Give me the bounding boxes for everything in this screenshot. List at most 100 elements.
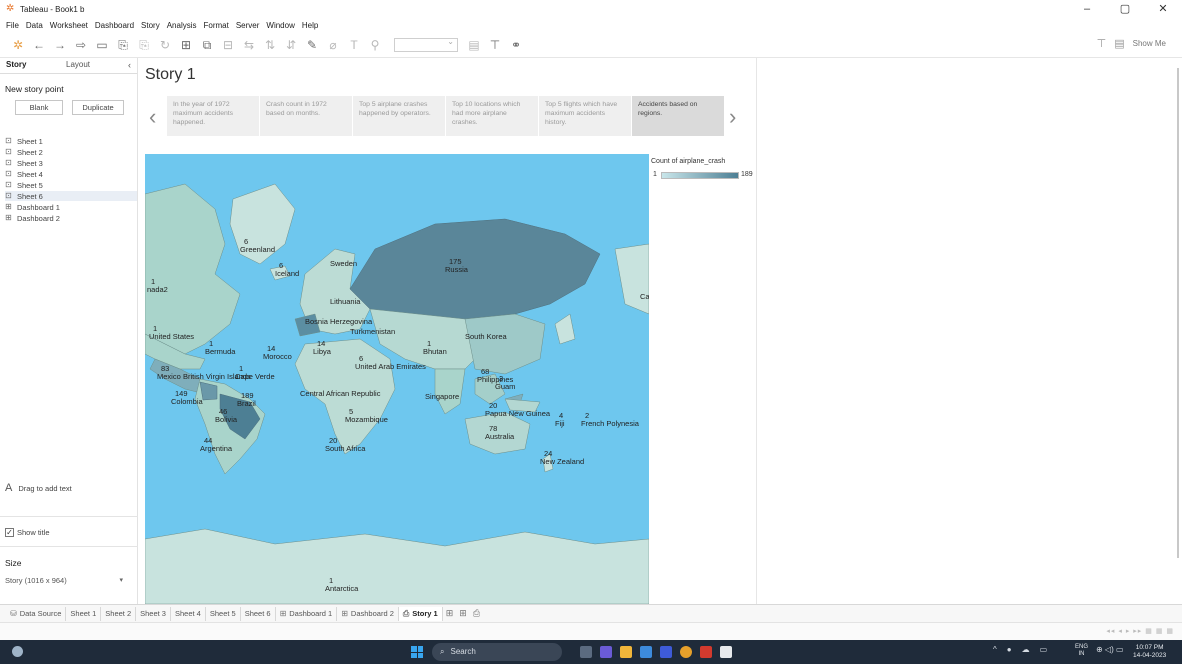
tab-dashboard-2[interactable]: ⊞ Dashboard 2 bbox=[337, 606, 399, 621]
tab-story-1[interactable]: ⎙ Story 1 bbox=[398, 606, 443, 621]
new-worksheet-icon[interactable]: ⊞ bbox=[178, 37, 194, 53]
tab-layout[interactable]: Layout bbox=[60, 58, 120, 73]
menu-server[interactable]: Server bbox=[236, 21, 260, 30]
show-me-button[interactable]: ⊤ ▤ Show Me bbox=[1097, 37, 1166, 50]
dashboard-item[interactable]: ⊞ Dashboard 1 bbox=[5, 202, 137, 212]
menu-window[interactable]: Window bbox=[266, 21, 294, 30]
sheet-item[interactable]: ⊡ Sheet 1 bbox=[5, 136, 137, 146]
tab-sheet-2[interactable]: Sheet 2 bbox=[101, 606, 137, 621]
swap-icon[interactable]: ⇆ bbox=[241, 37, 257, 53]
collapse-panel-icon[interactable]: ‹ bbox=[128, 60, 131, 70]
presentation-mode-icon[interactable]: ⊤ bbox=[1097, 37, 1107, 50]
menu-story[interactable]: Story bbox=[141, 21, 160, 30]
sheet-item[interactable]: ⊡ Sheet 4 bbox=[5, 169, 137, 179]
new-dashboard-tab-icon[interactable]: ⊞ bbox=[459, 608, 467, 619]
story-point-6[interactable]: Accidents based on regions. bbox=[632, 96, 724, 136]
sort-desc-icon[interactable]: ⇵ bbox=[283, 37, 299, 53]
tray-overflow-icon[interactable]: ^ bbox=[993, 645, 997, 654]
tab-sheet-4[interactable]: Sheet 4 bbox=[171, 606, 206, 621]
tab-dashboard-1[interactable]: ⊞ Dashboard 1 bbox=[276, 606, 338, 621]
minimize-button[interactable]: – bbox=[1068, 0, 1106, 18]
story-point-1[interactable]: In the year of 1972 maximum accidents ha… bbox=[167, 96, 259, 136]
taskbar-clock[interactable]: 10:07 PM 14-04-2023 bbox=[1133, 644, 1166, 660]
undo-icon[interactable]: ← bbox=[31, 37, 47, 53]
duplicate-button[interactable]: Duplicate bbox=[72, 100, 124, 115]
task-view-icon[interactable] bbox=[580, 646, 592, 658]
story-point-3[interactable]: Top 5 airplane crashes happened by opera… bbox=[353, 96, 445, 136]
windows-start-icon[interactable] bbox=[411, 646, 423, 658]
wps-icon[interactable] bbox=[700, 646, 712, 658]
map-country-label: United States bbox=[149, 332, 194, 341]
close-button[interactable]: ✕ bbox=[1144, 0, 1182, 18]
next-story-point-icon[interactable]: › bbox=[729, 104, 736, 130]
sheet-item[interactable]: ⊡ Sheet 2 bbox=[5, 147, 137, 157]
replay-icon[interactable]: ⇨ bbox=[73, 37, 89, 53]
show-cards-icon[interactable]: ▤ bbox=[466, 37, 482, 53]
tab-sheet-1[interactable]: Sheet 1 bbox=[66, 606, 102, 621]
tab-sheet-5[interactable]: Sheet 5 bbox=[206, 606, 241, 621]
tab-data-source[interactable]: ⛁ Data Source bbox=[6, 606, 67, 621]
tableau-window-icon[interactable] bbox=[720, 646, 732, 658]
weather-icon[interactable] bbox=[12, 646, 23, 657]
story-point-2[interactable]: Crash count in 1972 based on months. bbox=[260, 96, 352, 136]
menu-data[interactable]: Data bbox=[26, 21, 43, 30]
show-title-checkbox[interactable]: ✓ Show title bbox=[5, 528, 50, 537]
story-point-4[interactable]: Top 10 locations which had more airplane… bbox=[446, 96, 538, 136]
network-volume-battery-icons[interactable]: ⊕ ◁) ▭ bbox=[1096, 645, 1124, 654]
share-icon[interactable]: ⚭ bbox=[508, 37, 524, 53]
taskbar-search[interactable]: ⌕ Search bbox=[432, 643, 562, 661]
restore-button[interactable]: ▢ bbox=[1106, 0, 1144, 18]
sheet-item[interactable]: ⊡ Sheet 6 bbox=[5, 191, 137, 201]
story-point-5[interactable]: Top 5 flights which have maximum acciden… bbox=[539, 96, 631, 136]
clear-sheet-icon[interactable]: ⊟ bbox=[220, 37, 236, 53]
tray-cloud-icon[interactable]: ☁ bbox=[1022, 645, 1030, 654]
menu-help[interactable]: Help bbox=[302, 21, 318, 30]
new-story-tab-icon[interactable]: ⎙ bbox=[473, 608, 480, 619]
tableau-home-icon[interactable]: ✲ bbox=[10, 37, 26, 53]
settings-app-icon[interactable] bbox=[640, 646, 652, 658]
tab-sheet-3[interactable]: Sheet 3 bbox=[136, 606, 171, 621]
tab-sheet-6[interactable]: Sheet 6 bbox=[241, 606, 276, 621]
file-explorer-icon[interactable] bbox=[620, 646, 632, 658]
language-indicator[interactable]: ENG IN bbox=[1075, 644, 1088, 658]
previous-story-point-icon[interactable]: ‹ bbox=[149, 104, 156, 130]
new-worksheet-tab-icon[interactable]: ⊞ bbox=[446, 608, 454, 619]
pin-icon[interactable]: ⚲ bbox=[367, 37, 383, 53]
presentation-icon[interactable]: ⊤ bbox=[487, 37, 503, 53]
show-me-icon: ▤ bbox=[1114, 38, 1125, 50]
tray-display-icon[interactable]: ▭ bbox=[1040, 645, 1048, 654]
sheet-item[interactable]: ⊡ Sheet 5 bbox=[5, 180, 137, 190]
tab-label: Dashboard 1 bbox=[289, 608, 333, 618]
tray-app-icon[interactable]: ● bbox=[1007, 645, 1012, 654]
vertical-scrollbar[interactable] bbox=[1177, 68, 1179, 558]
save-icon[interactable]: ▭ bbox=[94, 37, 110, 53]
menu-dashboard[interactable]: Dashboard bbox=[95, 21, 134, 30]
map-country-label: Morocco bbox=[263, 352, 292, 361]
menu-file[interactable]: File bbox=[6, 21, 19, 30]
menu-worksheet[interactable]: Worksheet bbox=[50, 21, 88, 30]
fit-dropdown[interactable] bbox=[394, 37, 458, 52]
sheet-navigation-icons[interactable]: ◂◂ ◂ ▸ ▸▸ ▦ ▦ ▦ bbox=[1106, 627, 1174, 635]
blank-button[interactable]: Blank bbox=[15, 100, 63, 115]
chrome-icon[interactable] bbox=[680, 646, 692, 658]
menu-analysis[interactable]: Analysis bbox=[167, 21, 197, 30]
tableau-app-icon[interactable] bbox=[660, 646, 672, 658]
pause-updates-icon[interactable]: ⎘ bbox=[136, 37, 152, 53]
filled-map[interactable]: 6 Greenland 6 Iceland Sweden 175 Russia 1 nada2 L… bbox=[145, 154, 649, 604]
redo-icon[interactable]: → bbox=[52, 37, 68, 53]
highlight-icon[interactable]: ✎ bbox=[304, 37, 320, 53]
sheet-item[interactable]: ⊡ Sheet 3 bbox=[5, 158, 137, 168]
label-icon[interactable]: T bbox=[346, 37, 362, 53]
drag-text-object[interactable]: A Drag to add text bbox=[5, 482, 72, 494]
teams-icon[interactable] bbox=[600, 646, 612, 658]
size-dropdown[interactable]: Story (1016 x 964) bbox=[5, 576, 123, 585]
group-icon[interactable]: ⌀ bbox=[325, 37, 341, 53]
duplicate-sheet-icon[interactable]: ⧉ bbox=[199, 37, 215, 53]
sort-asc-icon[interactable]: ⇅ bbox=[262, 37, 278, 53]
refresh-icon[interactable]: ↻ bbox=[157, 37, 173, 53]
tab-story[interactable]: Story bbox=[0, 58, 60, 73]
menu-format[interactable]: Format bbox=[204, 21, 229, 30]
new-datasource-icon[interactable]: ⎘ bbox=[115, 37, 131, 53]
dashboard-item[interactable]: ⊞ Dashboard 2 bbox=[5, 213, 137, 223]
clock-date: 14-04-2023 bbox=[1133, 652, 1167, 659]
